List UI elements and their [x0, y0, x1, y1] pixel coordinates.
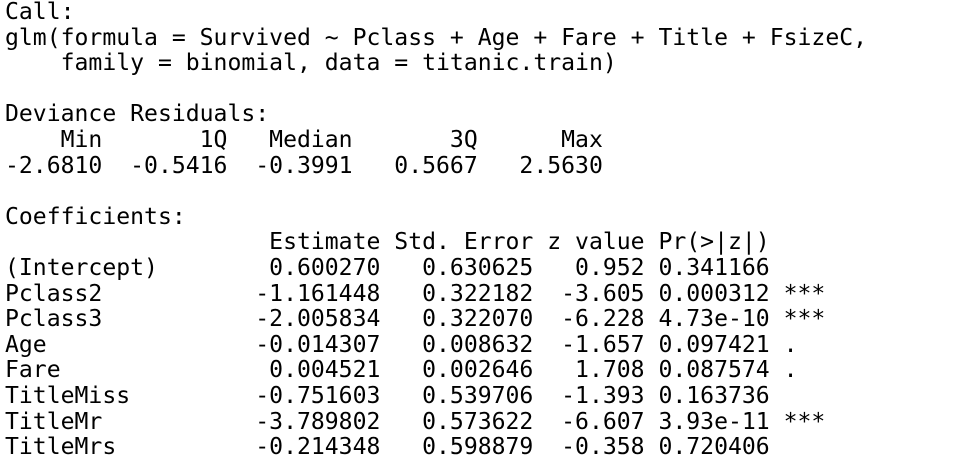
coefficient-row-titlemiss: TitleMiss -0.751603 0.539706 -1.393 0.16… [5, 382, 826, 409]
coefficient-row-age: Age -0.014307 0.008632 -1.657 0.097421 . [5, 331, 826, 358]
coefficient-row-titlemr: TitleMr -3.789802 0.573622 -6.607 3.93e-… [5, 408, 826, 435]
deviance-residuals-values: -2.6810 -0.5416 -0.3991 0.5667 2.5630 [5, 152, 631, 179]
call-label: Call: [5, 0, 75, 25]
deviance-residuals-header: Min 1Q Median 3Q Max [5, 126, 631, 153]
coefficient-row-pclass2: Pclass2 -1.161448 0.322182 -3.605 0.0003… [5, 280, 826, 307]
coefficients-heading: Coefficients: [5, 203, 186, 230]
glm-formula-line: glm(formula = Survived ~ Pclass + Age + … [5, 24, 868, 51]
glm-family-line: family = binomial, data = titanic.train) [5, 50, 617, 77]
coefficient-row-fare: Fare 0.004521 0.002646 1.708 0.087574 . [5, 357, 826, 384]
coefficient-row-intercept: (Intercept) 0.600270 0.630625 0.952 0.34… [5, 254, 826, 281]
coefficient-row-titlemrs: TitleMrs -0.214348 0.598879 -0.358 0.720… [5, 434, 826, 461]
deviance-residuals-heading: Deviance Residuals: [5, 101, 270, 128]
coefficient-row-pclass3: Pclass3 -2.005834 0.322070 -6.228 4.73e-… [5, 306, 826, 333]
coefficients-header: Estimate Std. Error z value Pr(>|z|) [5, 229, 826, 256]
r-console-output: Call: glm(formula = Survived ~ Pclass + A… [5, 0, 867, 461]
